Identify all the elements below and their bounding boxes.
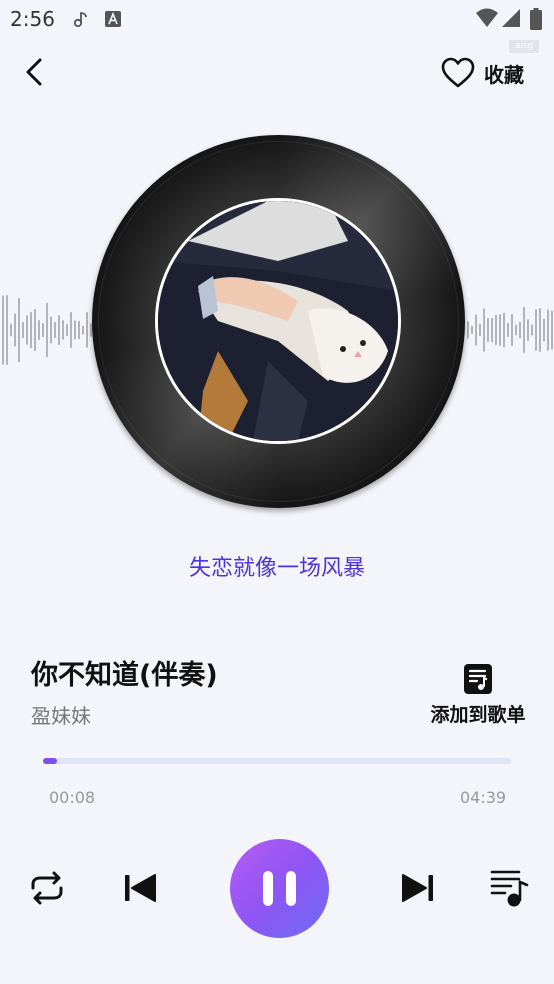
waveform-bar bbox=[82, 325, 84, 335]
favorite-label: 收藏 bbox=[484, 62, 524, 87]
waveform-bar bbox=[38, 319, 40, 341]
waveform-bar bbox=[475, 314, 477, 346]
status-time: 2:56 bbox=[10, 7, 55, 31]
playlist-add-icon bbox=[464, 664, 492, 694]
waveform-bar bbox=[495, 314, 497, 346]
waveform-bar bbox=[18, 297, 20, 363]
repeat-icon[interactable] bbox=[25, 866, 69, 910]
waveform-bar bbox=[519, 321, 521, 339]
wifi-icon bbox=[476, 8, 498, 27]
waveform-bar bbox=[503, 312, 505, 348]
waveform-bar bbox=[487, 317, 489, 343]
waveform-bar bbox=[499, 314, 501, 346]
waveform-bar bbox=[50, 316, 52, 344]
watermark: aisg bbox=[509, 40, 539, 53]
waveform-bar bbox=[70, 311, 72, 349]
waveform-bar bbox=[531, 324, 533, 336]
waveform-bar bbox=[471, 325, 473, 335]
previous-icon[interactable] bbox=[118, 866, 162, 910]
waveform-bar bbox=[507, 322, 509, 338]
waveform-bar bbox=[527, 319, 529, 341]
music-note-icon bbox=[73, 12, 87, 28]
song-title: 你不知道(伴奏) bbox=[31, 660, 218, 691]
add-to-playlist-label: 添加到歌单 bbox=[430, 704, 526, 726]
waveform-bar bbox=[2, 295, 4, 365]
waveform-bar bbox=[86, 311, 88, 349]
waveform-bar bbox=[22, 321, 24, 339]
waveform-bar bbox=[78, 320, 80, 340]
current-time: 00:08 bbox=[49, 788, 96, 807]
waveform-bar bbox=[10, 323, 12, 337]
queue-icon[interactable] bbox=[489, 866, 529, 910]
album-cover-image bbox=[158, 201, 398, 441]
waveform-bar bbox=[74, 320, 76, 340]
waveform-right bbox=[467, 306, 553, 354]
waveform-bar bbox=[539, 308, 541, 352]
next-icon[interactable] bbox=[396, 866, 440, 910]
add-to-playlist-button[interactable]: 添加到歌单 bbox=[422, 663, 534, 726]
waveform-bar bbox=[491, 317, 493, 343]
waveform-bar bbox=[30, 311, 32, 349]
waveform-bar bbox=[34, 308, 36, 352]
waveform-bar bbox=[547, 309, 549, 351]
waveform-bar bbox=[515, 324, 517, 336]
song-artist: 盈妹妹 bbox=[31, 704, 91, 728]
album-cover bbox=[155, 198, 401, 444]
progress-fill bbox=[43, 758, 57, 764]
progress-bar[interactable] bbox=[43, 758, 511, 764]
cell-signal-icon bbox=[502, 9, 520, 27]
waveform-bar bbox=[46, 302, 48, 358]
pause-button[interactable] bbox=[230, 839, 329, 938]
app-a-icon bbox=[105, 11, 121, 27]
waveform-bar bbox=[523, 306, 525, 354]
waveform-bar bbox=[14, 313, 16, 347]
waveform-bar bbox=[42, 322, 44, 338]
waveform-bar bbox=[479, 323, 481, 337]
waveform-bar bbox=[535, 309, 537, 351]
current-lyric: 失恋就像一场风暴 bbox=[188, 556, 365, 581]
heart-icon bbox=[441, 57, 475, 88]
waveform-bar bbox=[62, 320, 64, 340]
waveform-left bbox=[2, 295, 95, 365]
pause-icon bbox=[263, 871, 296, 906]
waveform-bar bbox=[26, 315, 28, 345]
waveform-bar bbox=[54, 321, 56, 339]
waveform-bar bbox=[58, 314, 60, 346]
waveform-bar bbox=[6, 295, 8, 365]
total-time: 04:39 bbox=[460, 788, 507, 807]
waveform-bar bbox=[467, 321, 469, 339]
battery-icon bbox=[530, 8, 542, 30]
waveform-bar bbox=[66, 323, 68, 337]
waveform-bar bbox=[551, 310, 553, 350]
waveform-bar bbox=[543, 318, 545, 342]
waveform-bar bbox=[483, 308, 485, 352]
back-arrow-icon[interactable] bbox=[20, 55, 52, 89]
favorite-button[interactable]: 收藏 bbox=[440, 54, 540, 92]
waveform-bar bbox=[511, 313, 513, 347]
